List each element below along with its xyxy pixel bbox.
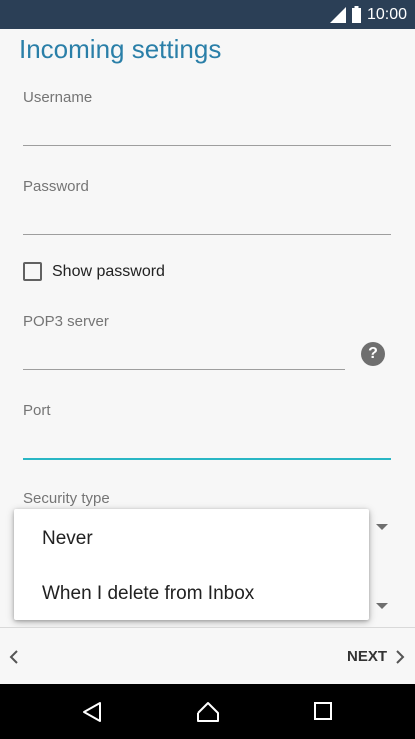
recent-apps-icon[interactable] <box>313 701 333 721</box>
delete-email-dropdown-arrow-icon[interactable] <box>376 603 388 609</box>
pop3-server-label: POP3 server <box>23 313 109 330</box>
show-password-row[interactable]: Show password <box>23 262 165 281</box>
port-field[interactable] <box>23 430 391 456</box>
password-field[interactable] <box>23 206 391 232</box>
username-label: Username <box>23 89 93 106</box>
next-button[interactable]: NEXT <box>347 648 405 665</box>
port-underline <box>23 458 391 460</box>
security-type-label: Security type <box>23 490 110 507</box>
password-label: Password <box>23 178 89 195</box>
chevron-right-icon <box>396 649 405 664</box>
pop3-server-field[interactable] <box>23 341 345 367</box>
back-triangle-icon[interactable] <box>82 701 102 723</box>
port-label: Port <box>23 402 51 419</box>
popup-option-delete-from-inbox[interactable]: When I delete from Inbox <box>42 583 254 605</box>
status-time: 10:00 <box>366 5 407 23</box>
username-field[interactable] <box>23 117 391 143</box>
password-underline <box>23 234 391 235</box>
back-chevron-icon[interactable] <box>9 650 19 664</box>
status-bar: 10:00 <box>0 0 415 29</box>
show-password-checkbox[interactable] <box>23 262 42 281</box>
show-password-label: Show password <box>52 262 165 280</box>
pop3-server-underline <box>23 369 345 370</box>
popup-option-never[interactable]: Never <box>42 528 93 550</box>
signal-icon <box>329 6 346 23</box>
help-icon[interactable]: ? <box>361 342 385 366</box>
system-navigation-bar <box>0 684 415 739</box>
page-title: Incoming settings <box>19 34 222 64</box>
battery-icon <box>351 6 361 23</box>
next-button-label: NEXT <box>346 648 387 665</box>
bottom-navigation: NEXT <box>0 627 415 684</box>
dropdown-popup: Never When I delete from Inbox <box>14 509 369 620</box>
security-type-dropdown-arrow-icon[interactable] <box>376 524 388 530</box>
home-icon[interactable] <box>196 701 220 723</box>
username-underline <box>23 145 391 146</box>
